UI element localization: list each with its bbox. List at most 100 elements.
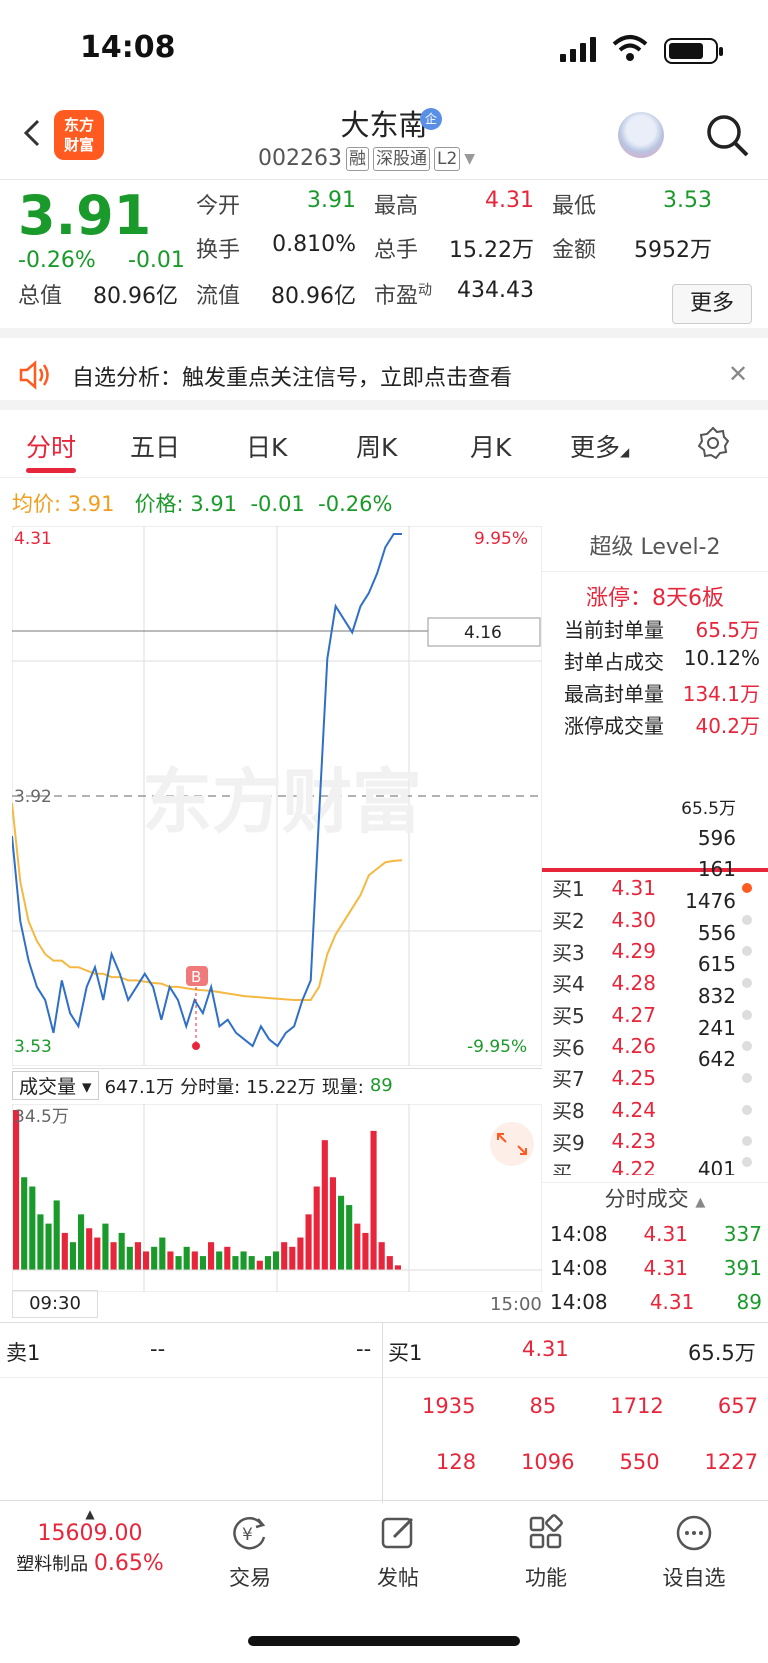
stock-code: 002263 [258,146,342,171]
order-book: 买1 4.31 65.5万 买2 4.30 596 买3 4.29 161 买4 4.28 14… [542,799,768,1175]
gear-icon[interactable] [696,426,730,460]
more-button[interactable]: 更多 [672,284,752,324]
analysis-notice[interactable]: 自选分析：触发重点关注信号，立即点击查看 ✕ [0,344,768,410]
tab-five-day[interactable]: 五日 [130,428,180,464]
chevron-down-icon: ▼ [464,150,476,167]
change-amount: -0.01 [128,248,185,273]
nav-functions[interactable]: 功能 [496,1513,596,1592]
low-value: 3.53 [663,188,712,213]
l2-label: 最高封单量 [564,682,664,706]
svg-text:¥: ¥ [242,1525,253,1545]
stock-code-row[interactable]: 002263 融 深股通 L2 ▼ [258,146,475,171]
bottom-nav: ▲ 15609.00 塑料制品 0.65% ¥ 交易 发帖 功能 设自选 [0,1500,768,1600]
volume-bar [394,1265,401,1270]
cellular-signal-icon [560,37,596,62]
nav-post[interactable]: 发帖 [348,1513,448,1592]
high-value: 4.31 [485,188,534,213]
volume-bar [143,1251,150,1270]
close-icon[interactable]: ✕ [728,360,748,388]
amount-value: 5952万 [634,238,712,263]
tab-weekly-k[interactable]: 周K [356,428,397,464]
open-label: 今开 [196,194,241,219]
volume-bar [240,1251,247,1270]
amount-label: 金额 [552,238,597,263]
l2-label: 涨停成交量 [564,714,664,738]
buy1-label: 买1 [388,1341,423,1365]
y-high-label: 4.31 [14,529,52,549]
volume-bar [110,1242,117,1270]
index-widget[interactable]: ▲ 15609.00 塑料制品 0.65% [0,1507,180,1576]
volume-bar [329,1177,336,1270]
volume-chart[interactable]: 34.5万 [12,1104,542,1292]
volume-bar [134,1242,141,1270]
total-volume: 647.1万 [104,1076,175,1098]
total-cap-label: 总值 [18,284,63,309]
volume-bar [321,1140,328,1270]
cursor-price-label: 4.16 [464,623,502,643]
tab-monthly-k[interactable]: 月K [470,428,511,464]
y-high-pct: 9.95% [474,529,528,549]
turnover-value: 0.810% [272,232,356,257]
volume-bar [61,1232,68,1270]
tab-active-indicator [26,468,76,473]
volume-bar [13,1110,20,1270]
tab-daily-k[interactable]: 日K [246,428,287,464]
volume-bar [29,1186,36,1270]
time-end: 15:00 [490,1294,542,1315]
speaker-icon [19,360,49,390]
low-label: 最低 [552,194,597,219]
volume-bar [289,1246,296,1270]
volume-bar [264,1256,271,1270]
nav-add-watchlist[interactable]: 设自选 [644,1513,744,1592]
pe-label: 市盈动 [374,282,433,309]
notice-text: 自选分析：触发重点关注信号，立即点击查看 [72,366,513,391]
volume-bar [191,1251,198,1270]
connect-tag: 深股通 [372,146,430,171]
tick-row: 14:08 4.31 391 [550,1256,762,1280]
current-volume: 89 [369,1075,393,1096]
price-value: 3.91 [190,492,238,516]
watermark: 东方财富 [142,761,422,843]
indicator-select[interactable]: 成交量 ▾ [12,1071,99,1100]
volume-bar [167,1251,174,1270]
assistant-robot-icon[interactable] [618,112,664,158]
intraday-chart[interactable]: 东方财富 4.31 9.95% 3.53 -9.95% 3.92 4.16 B [12,526,542,1066]
volume-bar [256,1260,263,1270]
volume-bar [305,1214,312,1270]
volume-bar [94,1237,101,1270]
buy1-price: 4.31 [522,1337,569,1361]
battery-icon [664,38,723,64]
volume-bar [273,1251,280,1270]
time-start: 09:30 [12,1290,98,1318]
current-price: 3.91 [18,184,152,247]
volume-label: 总手 [374,238,419,263]
volume-bar [378,1242,385,1270]
l2-value: 134.1万 [682,682,760,706]
float-cap-label: 流值 [196,284,241,309]
clock: 14:08 [80,30,176,65]
level2-panel[interactable]: 超级 Level-2 涨停：8天6板 当前封单量 65.5万 封单占成交 10.12… [542,526,768,742]
ticks-title[interactable]: 分时成交 ▲ [542,1182,768,1216]
tab-more[interactable]: 更多◢ [570,428,629,464]
margin-tag: 融 [345,146,369,171]
volume-bar [175,1256,182,1270]
svg-text:B: B [191,968,201,986]
volume-bar [183,1246,190,1270]
volume-bar [313,1186,320,1270]
tab-intraday[interactable]: 分时 [26,428,76,464]
limit-up-streak: 涨停：8天6板 [586,586,724,611]
book-row[interactable]: 买104.22401 [542,1157,768,1175]
volume-bar [126,1246,133,1270]
high-label: 最高 [374,194,419,219]
nav-trade[interactable]: ¥ 交易 [200,1513,300,1592]
avg-value: 3.91 [67,492,115,516]
volume-bar [53,1200,60,1270]
stock-header: 东方 财富 大东南 企 002263 融 深股通 L2 ▼ [0,100,768,180]
search-icon[interactable] [704,112,750,158]
buy-queue-row: 128 1096 550 1227 [436,1450,758,1474]
volume-bar [370,1130,377,1270]
volume-bar [118,1232,125,1270]
pe-value: 434.43 [457,278,534,303]
y-low-label: 3.53 [14,1037,52,1057]
book-row[interactable]: 买9 4.23 642 [542,1047,768,1158]
